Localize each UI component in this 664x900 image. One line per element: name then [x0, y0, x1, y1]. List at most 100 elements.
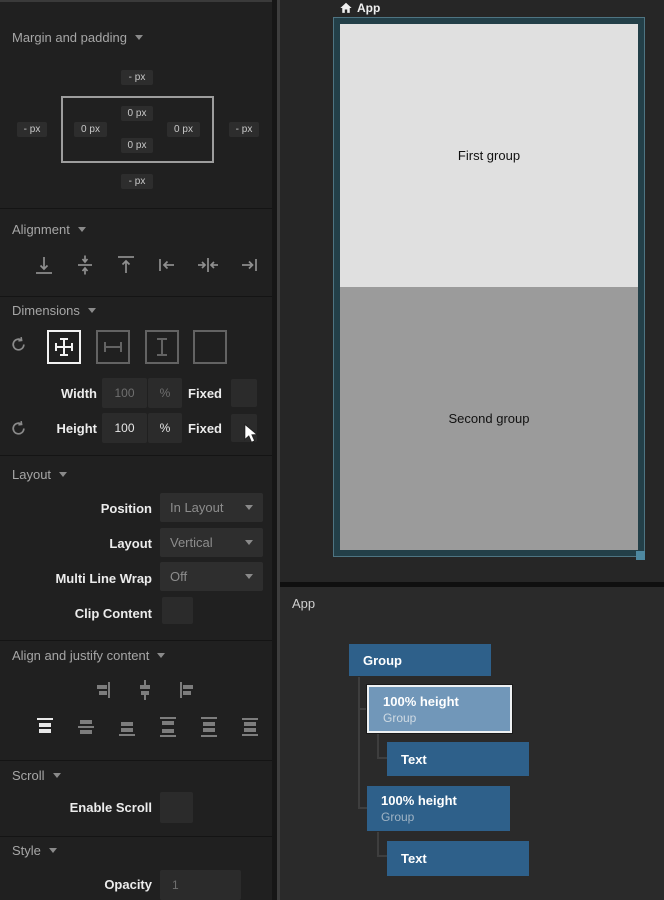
- opacity-input[interactable]: 1: [160, 870, 241, 900]
- size-mode-fill-width-button[interactable]: [96, 330, 130, 364]
- width-input[interactable]: 100: [102, 378, 147, 408]
- section-alignment-header[interactable]: Alignment: [12, 222, 86, 237]
- tree-node-group[interactable]: Group: [349, 644, 491, 676]
- multi-line-wrap-label: Multi Line Wrap: [0, 571, 152, 586]
- app-canvas[interactable]: First group Second group: [340, 24, 638, 550]
- reset-size-mode-icon[interactable]: [10, 336, 27, 353]
- tree-line: [358, 677, 360, 809]
- chevron-down-icon: [53, 773, 61, 778]
- layout-label: Layout: [0, 536, 152, 551]
- tree-line: [358, 708, 367, 710]
- content-end-icon[interactable]: [115, 714, 139, 740]
- multi-line-wrap-dropdown[interactable]: Off: [160, 562, 263, 591]
- section-dimensions-header[interactable]: Dimensions: [12, 303, 96, 318]
- tree-node-label: 100% height: [383, 694, 510, 709]
- second-group-label: Second group: [449, 411, 530, 426]
- section-scroll-title: Scroll: [12, 768, 45, 783]
- content-center-icon[interactable]: [74, 714, 98, 740]
- hierarchy-title: App: [292, 596, 315, 611]
- section-alignment-title: Alignment: [12, 222, 70, 237]
- enable-scroll-checkbox[interactable]: [160, 792, 193, 823]
- canvas-area: App First group Second group: [280, 0, 664, 585]
- height-fixed-label: Fixed: [156, 421, 222, 436]
- section-divider: [0, 760, 272, 761]
- chevron-down-icon: [49, 848, 57, 853]
- breadcrumb[interactable]: App: [340, 1, 380, 15]
- first-group[interactable]: First group: [340, 24, 638, 287]
- app-frame[interactable]: First group Second group: [333, 17, 645, 557]
- section-align-justify-title: Align and justify content: [12, 648, 149, 663]
- opacity-label: Opacity: [0, 877, 152, 892]
- enable-scroll-label: Enable Scroll: [0, 800, 152, 815]
- mouse-cursor: [243, 423, 259, 444]
- justify-start-icon[interactable]: [176, 679, 198, 701]
- section-divider: [0, 455, 272, 456]
- margin-left-field[interactable]: - px: [17, 122, 47, 137]
- align-bottom-icon[interactable]: [32, 252, 56, 278]
- margin-right-field[interactable]: - px: [229, 122, 259, 137]
- section-style-title: Style: [12, 843, 41, 858]
- justify-end-icon[interactable]: [92, 679, 114, 701]
- tree-node-group2[interactable]: 100% height Group: [367, 786, 510, 831]
- frame-resize-handle[interactable]: [636, 551, 645, 560]
- align-left-icon[interactable]: [155, 252, 179, 278]
- height-label: Height: [0, 421, 97, 436]
- padding-top-field[interactable]: 0 px: [121, 106, 153, 121]
- position-value: In Layout: [170, 500, 224, 515]
- padding-right-field[interactable]: 0 px: [167, 122, 200, 137]
- multi-line-wrap-value: Off: [170, 569, 187, 584]
- first-group-label: First group: [458, 148, 520, 163]
- section-style-header[interactable]: Style: [12, 843, 57, 858]
- section-scroll-header[interactable]: Scroll: [12, 768, 61, 783]
- justify-center-icon[interactable]: [134, 679, 156, 701]
- tree-node-text[interactable]: Text: [387, 742, 529, 776]
- second-group[interactable]: Second group: [340, 287, 638, 550]
- section-layout-title: Layout: [12, 467, 51, 482]
- chevron-down-icon: [245, 540, 253, 545]
- height-input[interactable]: 100: [102, 413, 147, 443]
- content-start-icon[interactable]: [33, 714, 57, 740]
- width-fixed-checkbox[interactable]: [231, 379, 257, 407]
- tree-line: [377, 832, 379, 857]
- tree-node-group-selected[interactable]: 100% height Group: [367, 685, 512, 733]
- padding-bottom-field[interactable]: 0 px: [121, 138, 153, 153]
- section-divider: [0, 208, 272, 209]
- tree-node-sublabel: Group: [383, 711, 510, 725]
- panel-top-edge: [0, 0, 272, 2]
- tree-node-sublabel: Group: [381, 810, 510, 824]
- size-mode-fill-height-button[interactable]: [145, 330, 179, 364]
- chevron-down-icon: [157, 653, 165, 658]
- margin-top-field[interactable]: - px: [121, 70, 153, 85]
- align-right-icon[interactable]: [237, 252, 261, 278]
- tree-node-label: Group: [363, 653, 491, 668]
- content-space-between-icon[interactable]: [156, 714, 180, 740]
- section-margin-padding-header[interactable]: Margin and padding: [12, 30, 143, 45]
- tree-node-text2[interactable]: Text: [387, 841, 529, 876]
- width-label: Width: [0, 386, 97, 401]
- align-top-icon[interactable]: [114, 252, 138, 278]
- chevron-down-icon: [245, 574, 253, 579]
- tree-line: [377, 757, 387, 759]
- margin-bottom-field[interactable]: - px: [121, 174, 153, 189]
- clip-content-checkbox[interactable]: [162, 597, 193, 624]
- position-dropdown[interactable]: In Layout: [160, 493, 263, 522]
- chevron-down-icon: [88, 308, 96, 313]
- content-space-around-icon[interactable]: [197, 714, 221, 740]
- section-layout-header[interactable]: Layout: [12, 467, 67, 482]
- content-space-evenly-icon[interactable]: [238, 714, 262, 740]
- clip-content-label: Clip Content: [0, 606, 152, 621]
- chevron-down-icon: [78, 227, 86, 232]
- size-mode-fill-both-button[interactable]: [47, 330, 81, 364]
- align-horizontal-center-icon[interactable]: [196, 252, 220, 278]
- section-divider: [0, 640, 272, 641]
- size-mode-fixed-button[interactable]: [193, 330, 227, 364]
- tree-line: [377, 734, 379, 759]
- section-dimensions-title: Dimensions: [12, 303, 80, 318]
- section-align-justify-header[interactable]: Align and justify content: [12, 648, 165, 663]
- tree-line: [358, 807, 367, 809]
- section-divider: [0, 296, 272, 297]
- align-vertical-center-icon[interactable]: [73, 252, 97, 278]
- padding-left-field[interactable]: 0 px: [74, 122, 107, 137]
- layout-dropdown[interactable]: Vertical: [160, 528, 263, 557]
- breadcrumb-app-label: App: [357, 1, 380, 15]
